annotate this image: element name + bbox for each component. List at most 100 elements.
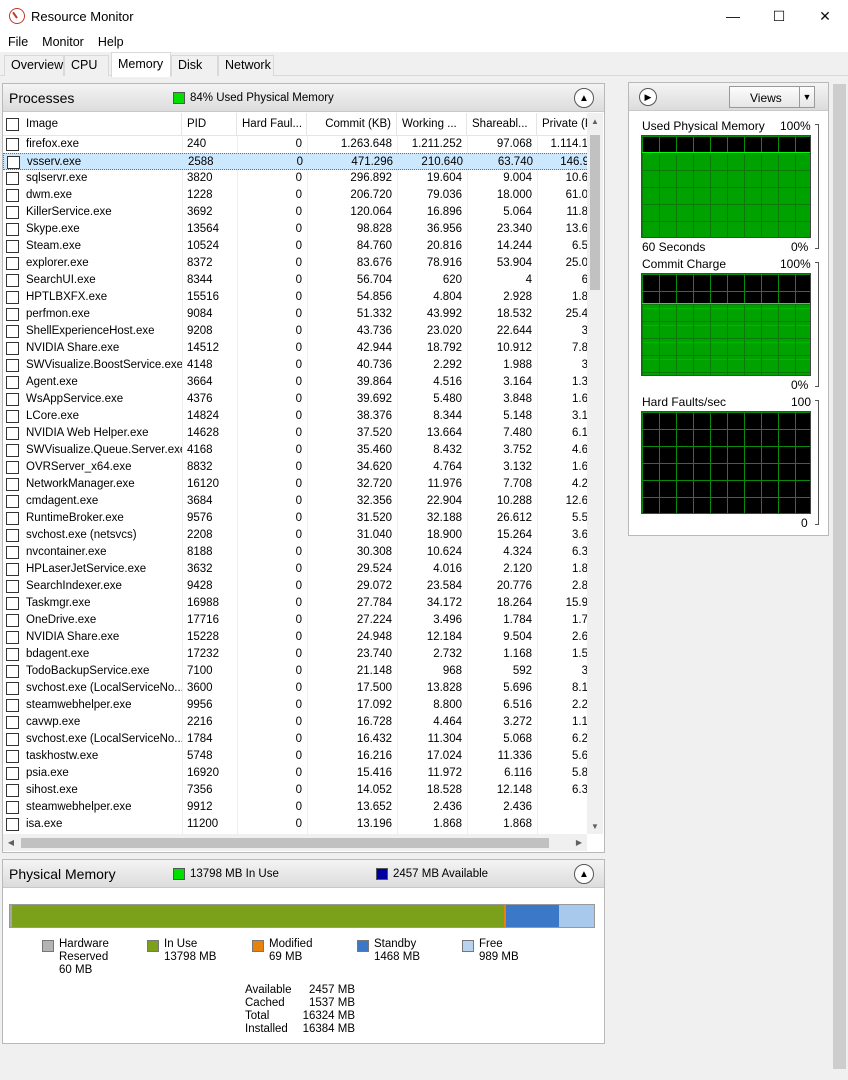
collapse-physical-memory-button[interactable]: ▲ xyxy=(574,864,594,884)
tab-overview[interactable]: Overview xyxy=(4,55,64,76)
row-checkbox[interactable] xyxy=(6,818,19,831)
table-row[interactable]: dwm.exe 1228 0 206.720 79.036 18.000 61.0 xyxy=(3,187,593,204)
table-row[interactable]: isa.exe 11200 0 13.196 1.868 1.868 xyxy=(3,816,593,833)
table-row[interactable]: SWVisualize.Queue.Server.exe 4168 0 35.460 8… xyxy=(3,442,593,459)
table-row[interactable]: svchost.exe (LocalServiceNo... 3600 0 17.50… xyxy=(3,680,593,697)
table-row[interactable]: sihost.exe 7356 0 14.052 18.528 12.148 6.3 xyxy=(3,782,593,799)
table-row[interactable]: svchost.exe (LocalServiceNo... 1784 0 16.43… xyxy=(3,731,593,748)
table-row[interactable]: cmdagent.exe 3684 0 32.356 22.904 10.288 12.6 xyxy=(3,493,593,510)
row-checkbox[interactable] xyxy=(6,478,19,491)
scroll-right-arrow-icon[interactable]: ▶ xyxy=(571,834,587,850)
table-row[interactable]: SearchUI.exe 8344 0 56.704 620 4 6 xyxy=(3,272,593,289)
row-checkbox[interactable] xyxy=(6,410,19,423)
row-checkbox[interactable] xyxy=(6,648,19,661)
row-checkbox[interactable] xyxy=(6,682,19,695)
row-checkbox[interactable] xyxy=(6,172,19,185)
row-checkbox[interactable] xyxy=(6,801,19,814)
row-checkbox[interactable] xyxy=(6,206,19,219)
table-row[interactable]: ShellExperienceHost.exe 9208 0 43.736 23.020… xyxy=(3,323,593,340)
collapse-processes-button[interactable]: ▲ xyxy=(574,88,594,108)
row-checkbox[interactable] xyxy=(6,750,19,763)
row-checkbox[interactable] xyxy=(6,699,19,712)
maximize-button[interactable]: ☐ xyxy=(756,0,802,32)
column-shareable[interactable]: Shareabl... xyxy=(467,113,537,136)
menu-monitor[interactable]: Monitor xyxy=(35,35,91,49)
table-row[interactable]: Taskmgr.exe 16988 0 27.784 34.172 18.264 15.9 xyxy=(3,595,593,612)
table-row[interactable]: explorer.exe 8372 0 83.676 78.916 53.904 25.0 xyxy=(3,255,593,272)
row-checkbox[interactable] xyxy=(6,308,19,321)
column-hard-faults[interactable]: Hard Faul... xyxy=(237,113,307,136)
column-pid[interactable]: PID xyxy=(182,113,237,136)
table-row[interactable]: steamwebhelper.exe 9956 0 17.092 8.800 6.516 2… xyxy=(3,697,593,714)
minimize-button[interactable]: — xyxy=(710,0,756,32)
processes-header[interactable]: Processes 84% Used Physical Memory ▲ xyxy=(3,84,604,112)
row-checkbox[interactable] xyxy=(6,733,19,746)
row-checkbox[interactable] xyxy=(6,665,19,678)
table-row[interactable]: OVRServer_x64.exe 8832 0 34.620 4.764 3.132 1.… xyxy=(3,459,593,476)
table-row[interactable]: HPTLBXFX.exe 15516 0 54.856 4.804 2.928 1.8 xyxy=(3,289,593,306)
table-row[interactable]: NVIDIA Web Helper.exe 14628 0 37.520 13.664 7… xyxy=(3,425,593,442)
table-row[interactable]: bdagent.exe 17232 0 23.740 2.732 1.168 1.5 xyxy=(3,646,593,663)
row-checkbox[interactable] xyxy=(6,274,19,287)
row-checkbox[interactable] xyxy=(6,376,19,389)
row-checkbox[interactable] xyxy=(6,716,19,729)
row-checkbox[interactable] xyxy=(6,529,19,542)
processes-vertical-scrollbar[interactable]: ▲ ▼ xyxy=(587,113,603,834)
row-checkbox[interactable] xyxy=(6,614,19,627)
row-checkbox[interactable] xyxy=(6,342,19,355)
row-checkbox[interactable] xyxy=(6,359,19,372)
table-row[interactable]: LCore.exe 14824 0 38.376 8.344 5.148 3.1 xyxy=(3,408,593,425)
row-checkbox[interactable] xyxy=(6,495,19,508)
physical-memory-header[interactable]: Physical Memory 13798 MB In Use 2457 MB … xyxy=(3,860,604,888)
column-private[interactable]: Private (K xyxy=(537,113,593,136)
table-row[interactable]: sqlservr.exe 3820 0 296.892 19.604 9.004 10.6 xyxy=(3,170,593,187)
table-row[interactable]: vsserv.exe 2588 0 471.296 210.640 63.740 146.9 xyxy=(3,153,593,170)
row-checkbox[interactable] xyxy=(6,461,19,474)
column-working-set[interactable]: Working ... xyxy=(397,113,467,136)
table-row[interactable]: perfmon.exe 9084 0 51.332 43.992 18.532 25.4 xyxy=(3,306,593,323)
table-row[interactable]: WsAppService.exe 4376 0 39.692 5.480 3.848 1.6 xyxy=(3,391,593,408)
row-checkbox[interactable] xyxy=(6,291,19,304)
table-row[interactable]: TodoBackupService.exe 7100 0 21.148 968 592 3 xyxy=(3,663,593,680)
table-row[interactable]: NetworkManager.exe 16120 0 32.720 11.976 7.70… xyxy=(3,476,593,493)
window-vertical-scrollbar[interactable] xyxy=(831,76,848,1080)
scroll-left-arrow-icon[interactable]: ◀ xyxy=(3,834,19,850)
table-row[interactable]: firefox.exe 240 0 1.263.648 1.211.252 97.068 1… xyxy=(3,136,593,153)
table-row[interactable]: taskhostw.exe 5748 0 16.216 17.024 11.336 5.6 xyxy=(3,748,593,765)
table-row[interactable]: cavwp.exe 2216 0 16.728 4.464 3.272 1.1 xyxy=(3,714,593,731)
select-all-checkbox[interactable] xyxy=(6,118,19,131)
row-checkbox[interactable] xyxy=(6,223,19,236)
row-checkbox[interactable] xyxy=(6,784,19,797)
row-checkbox[interactable] xyxy=(6,580,19,593)
row-checkbox[interactable] xyxy=(6,427,19,440)
tab-memory[interactable]: Memory xyxy=(111,52,171,77)
row-checkbox[interactable] xyxy=(6,512,19,525)
table-row[interactable]: Skype.exe 13564 0 98.828 36.956 23.340 13.6 xyxy=(3,221,593,238)
views-dropdown[interactable]: Views ▼ xyxy=(729,86,815,108)
table-row[interactable]: nvcontainer.exe 8188 0 30.308 10.624 4.324 6.3 xyxy=(3,544,593,561)
table-row[interactable]: psia.exe 16920 0 15.416 11.972 6.116 5.8 xyxy=(3,765,593,782)
table-row[interactable]: RuntimeBroker.exe 9576 0 31.520 32.188 26.612… xyxy=(3,510,593,527)
row-checkbox[interactable] xyxy=(6,597,19,610)
table-row[interactable]: NVIDIA Share.exe 15228 0 24.948 12.184 9.504 2… xyxy=(3,629,593,646)
table-row[interactable]: SWVisualize.BoostService.exe 4148 0 40.736 2… xyxy=(3,357,593,374)
row-checkbox[interactable] xyxy=(6,444,19,457)
scrollbar-thumb[interactable] xyxy=(21,838,549,848)
row-checkbox[interactable] xyxy=(6,325,19,338)
chevron-down-icon[interactable]: ▼ xyxy=(799,87,814,107)
tab-cpu[interactable]: CPU xyxy=(64,55,109,76)
table-row[interactable]: SearchIndexer.exe 9428 0 29.072 23.584 20.776… xyxy=(3,578,593,595)
scroll-down-arrow-icon[interactable]: ▼ xyxy=(587,818,603,834)
menu-file[interactable]: File xyxy=(0,35,35,49)
expand-pane-button[interactable]: ▶ xyxy=(639,88,657,106)
column-commit[interactable]: Commit (KB) xyxy=(307,113,397,136)
table-row[interactable]: OneDrive.exe 17716 0 27.224 3.496 1.784 1.7 xyxy=(3,612,593,629)
row-checkbox[interactable] xyxy=(6,257,19,270)
row-checkbox[interactable] xyxy=(6,189,19,202)
scrollbar-thumb[interactable] xyxy=(833,84,846,1069)
row-checkbox[interactable] xyxy=(6,563,19,576)
scroll-up-arrow-icon[interactable]: ▲ xyxy=(587,113,603,129)
table-row[interactable]: svchost.exe (netsvcs) 2208 0 31.040 18.900 15… xyxy=(3,527,593,544)
row-checkbox[interactable] xyxy=(6,631,19,644)
table-row[interactable]: NVIDIA Share.exe 14512 0 42.944 18.792 10.912… xyxy=(3,340,593,357)
